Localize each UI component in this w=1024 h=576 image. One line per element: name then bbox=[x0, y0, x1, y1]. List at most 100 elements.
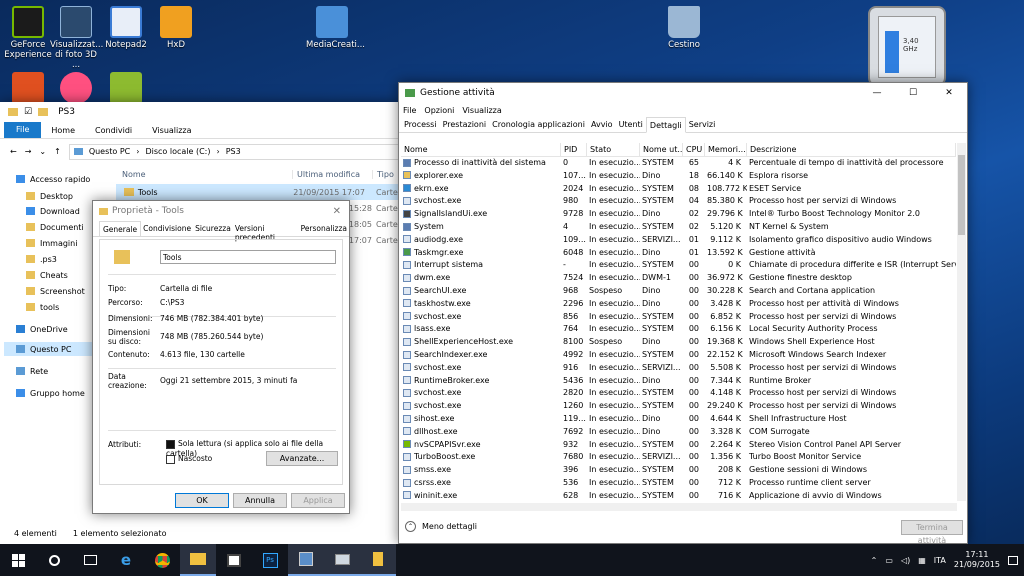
folder-name-input[interactable] bbox=[160, 250, 336, 264]
process-row[interactable]: dllhost.exe 7692 In esecuzio... Dino 00 3.328… bbox=[401, 426, 956, 439]
taskbar-edge[interactable]: e bbox=[108, 544, 144, 576]
sidebar-item[interactable]: Accesso rapido bbox=[16, 172, 112, 186]
language-indicator[interactable]: ITA bbox=[934, 556, 946, 565]
ribbon-tab-home[interactable]: Home bbox=[41, 126, 85, 135]
tab-utenti[interactable]: Utenti bbox=[616, 117, 646, 132]
process-row[interactable]: Processo di inattività del sistema 0 In es… bbox=[401, 157, 956, 170]
taskbar-photoshop[interactable]: Ps bbox=[252, 544, 288, 576]
column-header[interactable]: Nome bbox=[401, 143, 561, 156]
tab-dettagli[interactable]: Dettagli bbox=[645, 117, 686, 133]
desktop-icon-partial-3[interactable] bbox=[100, 72, 152, 106]
keyboard-icon[interactable]: ▦ bbox=[918, 556, 926, 565]
process-row[interactable]: ShellExperienceHost.exe 8100 Sospeso Dino 00… bbox=[401, 336, 956, 349]
tab-processi[interactable]: Processi bbox=[401, 117, 440, 132]
column-header[interactable]: CPU bbox=[683, 143, 705, 156]
scrollbar-thumb[interactable] bbox=[958, 155, 965, 235]
task-manager-titlebar[interactable]: Gestione attività — ☐ ✕ bbox=[399, 83, 967, 103]
menu-options[interactable]: Opzioni bbox=[424, 106, 454, 115]
search-button[interactable] bbox=[36, 544, 72, 576]
close-icon[interactable]: ✕ bbox=[333, 206, 341, 217]
apply-button[interactable]: Applica bbox=[291, 493, 345, 508]
action-center-icon[interactable] bbox=[1008, 555, 1018, 565]
taskbar-store[interactable] bbox=[216, 544, 252, 576]
explorer-titlebar[interactable]: ☑ PS3 bbox=[0, 102, 400, 122]
column-header[interactable]: Stato bbox=[587, 143, 640, 156]
horizontal-scrollbar[interactable] bbox=[401, 503, 957, 511]
menu-view[interactable]: Visualizza bbox=[462, 106, 501, 115]
process-row[interactable]: wininit.exe 628 In esecuzio... SYSTEM 00 716 … bbox=[401, 490, 956, 503]
back-arrow-icon[interactable]: ← bbox=[10, 147, 17, 156]
desktop-icon-recycle-bin[interactable]: Cestino bbox=[658, 6, 710, 50]
taskbar-app[interactable] bbox=[288, 544, 324, 576]
process-row[interactable]: svchost.exe 916 In esecuzio... SERVIZI... 00… bbox=[401, 362, 956, 375]
tab-security[interactable]: Sicurezza bbox=[193, 221, 233, 236]
up-arrow-icon[interactable]: ↑ bbox=[54, 147, 61, 156]
process-row[interactable]: svchost.exe 1260 In esecuzio... SYSTEM 00 29.… bbox=[401, 400, 956, 413]
volume-icon[interactable]: ◁) bbox=[901, 556, 910, 565]
tab-customize[interactable]: Personalizza bbox=[299, 221, 349, 236]
process-row[interactable]: nvSCPAPISvr.exe 932 In esecuzio... SYSTEM 00… bbox=[401, 439, 956, 452]
minimize-icon[interactable]: — bbox=[859, 88, 895, 98]
desktop-icon-partial-1[interactable] bbox=[2, 72, 54, 106]
process-row[interactable]: sihost.exe 119... In esecuzio... Dino 00 4.64… bbox=[401, 413, 956, 426]
menu-file[interactable]: File bbox=[403, 106, 416, 115]
task-view-button[interactable] bbox=[72, 544, 108, 576]
taskbar-task-manager[interactable] bbox=[324, 544, 360, 576]
taskbar-folder[interactable] bbox=[360, 544, 396, 576]
process-row[interactable]: TurboBoost.exe 7680 In esecuzio... SERVIZI.… bbox=[401, 451, 956, 464]
process-row[interactable]: System 4 In esecuzio... SYSTEM 02 5.120 K NT K… bbox=[401, 221, 956, 234]
ribbon-tab-share[interactable]: Condividi bbox=[85, 126, 142, 135]
maximize-icon[interactable]: ☐ bbox=[895, 88, 931, 98]
desktop-icon-notepad2[interactable]: Notepad2 bbox=[100, 6, 152, 50]
file-row[interactable]: Tools 21/09/2015 17:07 Cartel bbox=[116, 184, 400, 200]
tab-servizi[interactable]: Servizi bbox=[686, 117, 719, 132]
properties-titlebar[interactable]: Proprietà - Tools ✕ bbox=[93, 201, 349, 221]
process-row[interactable]: lsass.exe 764 In esecuzio... SYSTEM 00 6.156 … bbox=[401, 323, 956, 336]
clock[interactable]: 17:11 21/09/2015 bbox=[954, 550, 1000, 570]
close-icon[interactable]: ✕ bbox=[931, 88, 967, 98]
desktop-icon-hxd[interactable]: HxD bbox=[150, 6, 202, 50]
network-icon[interactable]: ▭ bbox=[885, 556, 893, 565]
less-details-button[interactable]: ⌃ Meno dettagli bbox=[405, 521, 477, 532]
ribbon-tab-file[interactable]: File bbox=[4, 122, 42, 138]
process-row[interactable]: svchost.exe 856 In esecuzio... SYSTEM 00 6.85… bbox=[401, 311, 956, 324]
advanced-button[interactable]: Avanzate... bbox=[266, 451, 338, 466]
process-row[interactable]: taskhostw.exe 2296 In esecuzio... Dino 00 3.4… bbox=[401, 298, 956, 311]
ribbon-tab-view[interactable]: Visualizza bbox=[142, 126, 201, 135]
process-row[interactable]: RuntimeBroker.exe 5436 In esecuzio... Dino 0… bbox=[401, 375, 956, 388]
column-header[interactable]: Nome ut... bbox=[640, 143, 683, 156]
process-row[interactable]: SearchIndexer.exe 4992 In esecuzio... SYSTE… bbox=[401, 349, 956, 362]
chevron-up-icon[interactable]: ⌃ bbox=[871, 556, 878, 565]
column-header-type[interactable]: Tipo bbox=[372, 169, 394, 179]
process-row[interactable]: csrss.exe 536 In esecuzio... SYSTEM 00 712 K P… bbox=[401, 477, 956, 490]
taskbar-chrome[interactable] bbox=[144, 544, 180, 576]
tab-general[interactable]: Generale bbox=[99, 221, 142, 236]
process-row[interactable]: Interrupt sistema - In esecuzio... SYSTEM 00… bbox=[401, 259, 956, 272]
desktop-icon-photo-viewer[interactable]: Visualizzat... di foto 3D ... bbox=[50, 6, 103, 70]
forward-arrow-icon[interactable]: → bbox=[25, 147, 32, 156]
cpu-gadget[interactable]: 3,40 GHz bbox=[868, 6, 946, 86]
tab-sharing[interactable]: Condivisione bbox=[141, 221, 193, 236]
start-button[interactable] bbox=[0, 544, 36, 576]
address-bar[interactable]: Questo PC › Disco locale (C:) › PS3 bbox=[68, 143, 400, 160]
hidden-checkbox[interactable]: Nascosto bbox=[166, 454, 212, 464]
address-segment[interactable]: Questo PC bbox=[89, 147, 130, 156]
recent-chevron-icon[interactable]: ⌄ bbox=[39, 147, 46, 156]
vertical-scrollbar[interactable] bbox=[957, 143, 966, 501]
column-header[interactable]: PID bbox=[561, 143, 587, 156]
column-header[interactable]: Memori... bbox=[705, 143, 747, 156]
tab-prestazioni[interactable]: Prestazioni bbox=[440, 117, 490, 132]
column-header-name[interactable]: Nome bbox=[116, 170, 292, 179]
process-row[interactable]: SignalIslandUi.exe 9728 In esecuzio... Dino… bbox=[401, 208, 956, 221]
tab-cronologia-applicazioni[interactable]: Cronologia applicazioni bbox=[489, 117, 588, 132]
desktop-icon-partial-2[interactable] bbox=[50, 72, 102, 106]
checkmark-icon[interactable]: ☑ bbox=[24, 107, 32, 117]
desktop-icon-mediacreation[interactable]: MediaCreati... bbox=[306, 6, 365, 50]
process-row[interactable]: smss.exe 396 In esecuzio... SYSTEM 00 208 K Ge… bbox=[401, 464, 956, 477]
process-row[interactable]: dwm.exe 7524 In esecuzio... DWM-1 00 36.972 K… bbox=[401, 272, 956, 285]
desktop-icon-geforce[interactable]: GeForce Experience bbox=[2, 6, 54, 60]
tab-previous-versions[interactable]: Versioni precedenti bbox=[233, 221, 299, 242]
process-row[interactable]: Taskmgr.exe 6048 In esecuzio... Dino 01 13.59… bbox=[401, 247, 956, 260]
address-segment[interactable]: Disco locale (C:) bbox=[145, 147, 210, 156]
process-row[interactable]: svchost.exe 2820 In esecuzio... SYSTEM 00 4.1… bbox=[401, 387, 956, 400]
